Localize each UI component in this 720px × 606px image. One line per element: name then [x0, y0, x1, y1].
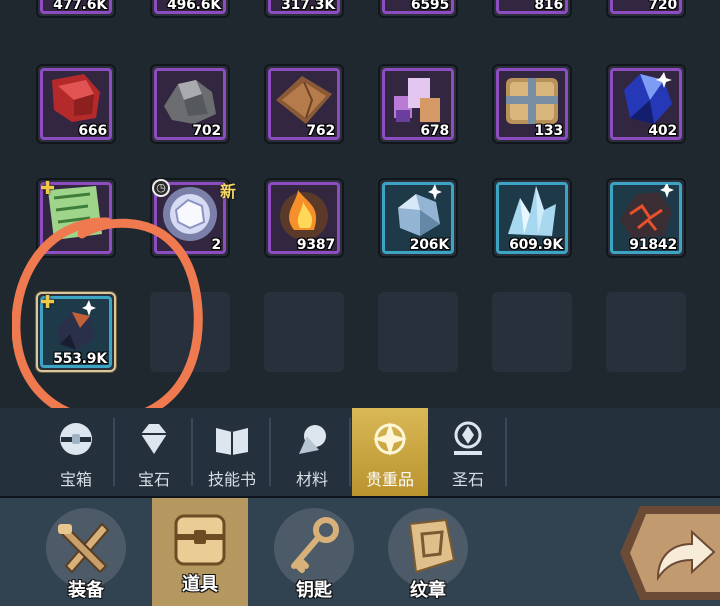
next-arrow-button[interactable] — [618, 500, 720, 606]
gem-icon — [141, 424, 167, 454]
item-count: 762 — [306, 123, 335, 139]
divider — [505, 418, 507, 486]
item-slot[interactable]: 816 — [492, 0, 572, 18]
item-count: 9387 — [296, 237, 335, 253]
blue-stone-icon — [398, 184, 442, 236]
inventory-grid: 477.6K 496.6K 317.3K 6595 816 720 666 702 762 678… — [0, 0, 720, 408]
holy-stone-icon — [454, 421, 482, 455]
item-slot[interactable]: ✚ 553.9K — [36, 292, 116, 372]
nav-key[interactable]: 钥匙 — [266, 504, 362, 604]
red-cloth-icon — [52, 74, 100, 122]
material-icon — [299, 425, 326, 454]
item-count: 720 — [648, 0, 677, 13]
leather-icon — [276, 76, 332, 124]
subtab-valuable-star[interactable]: 贵重品 — [352, 408, 428, 496]
subtab-book[interactable]: 技能书 — [194, 408, 271, 496]
item-count: 816 — [534, 0, 563, 13]
nav-label: 钥匙 — [296, 580, 332, 601]
item-count: 666 — [78, 123, 107, 139]
purple-crystals-icon — [394, 78, 440, 122]
item-slot[interactable]: 477.6K — [36, 0, 116, 18]
valuable-star-icon — [373, 422, 407, 456]
item-slot[interactable]: 678 — [378, 64, 458, 144]
item-count: 2 — [211, 237, 221, 253]
star-badge-icon: ✚ — [40, 178, 56, 199]
wooden-crate-icon — [506, 78, 558, 124]
item-slot[interactable]: 720 — [606, 0, 686, 18]
item-slot[interactable]: 702 — [150, 64, 230, 144]
subtab-label: 贵重品 — [365, 470, 414, 489]
item-slot[interactable]: 317.3K — [264, 0, 344, 18]
item-slot[interactable]: ✚ — [36, 178, 116, 258]
book-icon — [216, 428, 248, 455]
nav-label: 道具 — [182, 574, 218, 595]
bottom-navigation: 装备 道具 钥匙 纹章 — [0, 496, 720, 606]
key-icon — [291, 517, 339, 573]
clock-icon: ◷ — [152, 179, 170, 197]
item-slot[interactable]: 609.9K — [492, 178, 572, 258]
emblem-icon — [408, 518, 456, 574]
item-slot[interactable]: 9387 — [264, 178, 344, 258]
item-count: 678 — [420, 123, 449, 139]
item-count: 496.6K — [167, 0, 221, 13]
empty-slot — [492, 292, 572, 372]
category-subtabs: 宝箱 宝石 技能书 材料 贵重品 圣石 — [0, 408, 720, 496]
divider — [191, 418, 193, 486]
divider — [113, 418, 115, 486]
nav-emblem[interactable]: 纹章 — [380, 504, 476, 604]
item-slot[interactable]: 133 — [492, 64, 572, 144]
subtab-label: 圣石 — [451, 470, 484, 489]
subtab-label: 宝石 — [137, 470, 170, 489]
empty-slot — [378, 292, 458, 372]
item-count: 133 — [534, 123, 563, 139]
divider — [349, 418, 351, 486]
empty-slot — [150, 292, 230, 372]
item-count: 609.9K — [509, 237, 563, 253]
blue-gem-icon — [624, 72, 672, 124]
item-count: 477.6K — [53, 0, 107, 13]
nav-items-chest[interactable]: 道具 — [152, 498, 248, 606]
star-badge-icon: ✚ — [40, 292, 56, 313]
subtab-holy-stone[interactable]: 圣石 — [430, 408, 507, 496]
subtab-chest[interactable]: 宝箱 — [38, 408, 115, 496]
empty-slot — [606, 292, 686, 372]
item-slot[interactable]: 496.6K — [150, 0, 230, 18]
nav-label: 装备 — [68, 580, 104, 601]
divider — [269, 418, 271, 486]
item-slot[interactable]: 762 — [264, 64, 344, 144]
item-count: 317.3K — [281, 0, 335, 13]
items-chest-icon — [174, 514, 226, 566]
nav-equipment[interactable]: 装备 — [38, 504, 134, 604]
item-slot[interactable]: ◷ 新 2 — [150, 178, 236, 258]
fire-essence-icon — [280, 190, 328, 240]
item-slot[interactable]: 402 — [606, 64, 686, 144]
nav-label: 纹章 — [410, 580, 446, 601]
item-count: 702 — [192, 123, 221, 139]
item-slot[interactable]: 206K — [378, 178, 458, 258]
item-slot[interactable]: 666 — [36, 64, 116, 144]
chest-icon — [60, 423, 92, 455]
item-count: 206K — [409, 237, 449, 253]
subtab-gem[interactable]: 宝石 — [116, 408, 193, 496]
empty-slot — [264, 292, 344, 372]
item-count: 402 — [648, 123, 677, 139]
item-count: 91842 — [629, 237, 677, 253]
ice-crystal-icon — [508, 186, 556, 236]
new-badge: 新 — [219, 182, 236, 201]
item-slot[interactable]: 91842 — [606, 178, 686, 258]
grey-ore-icon — [164, 80, 216, 124]
lava-rock-icon — [620, 184, 674, 238]
item-count: 553.9K — [53, 351, 107, 367]
item-count: 6595 — [410, 0, 449, 13]
equipment-icon — [58, 522, 110, 574]
subtab-material[interactable]: 材料 — [274, 408, 351, 496]
subtab-label: 技能书 — [207, 470, 256, 489]
item-slot[interactable]: 6595 — [378, 0, 458, 18]
subtab-label: 宝箱 — [59, 470, 92, 489]
subtab-label: 材料 — [295, 470, 328, 489]
